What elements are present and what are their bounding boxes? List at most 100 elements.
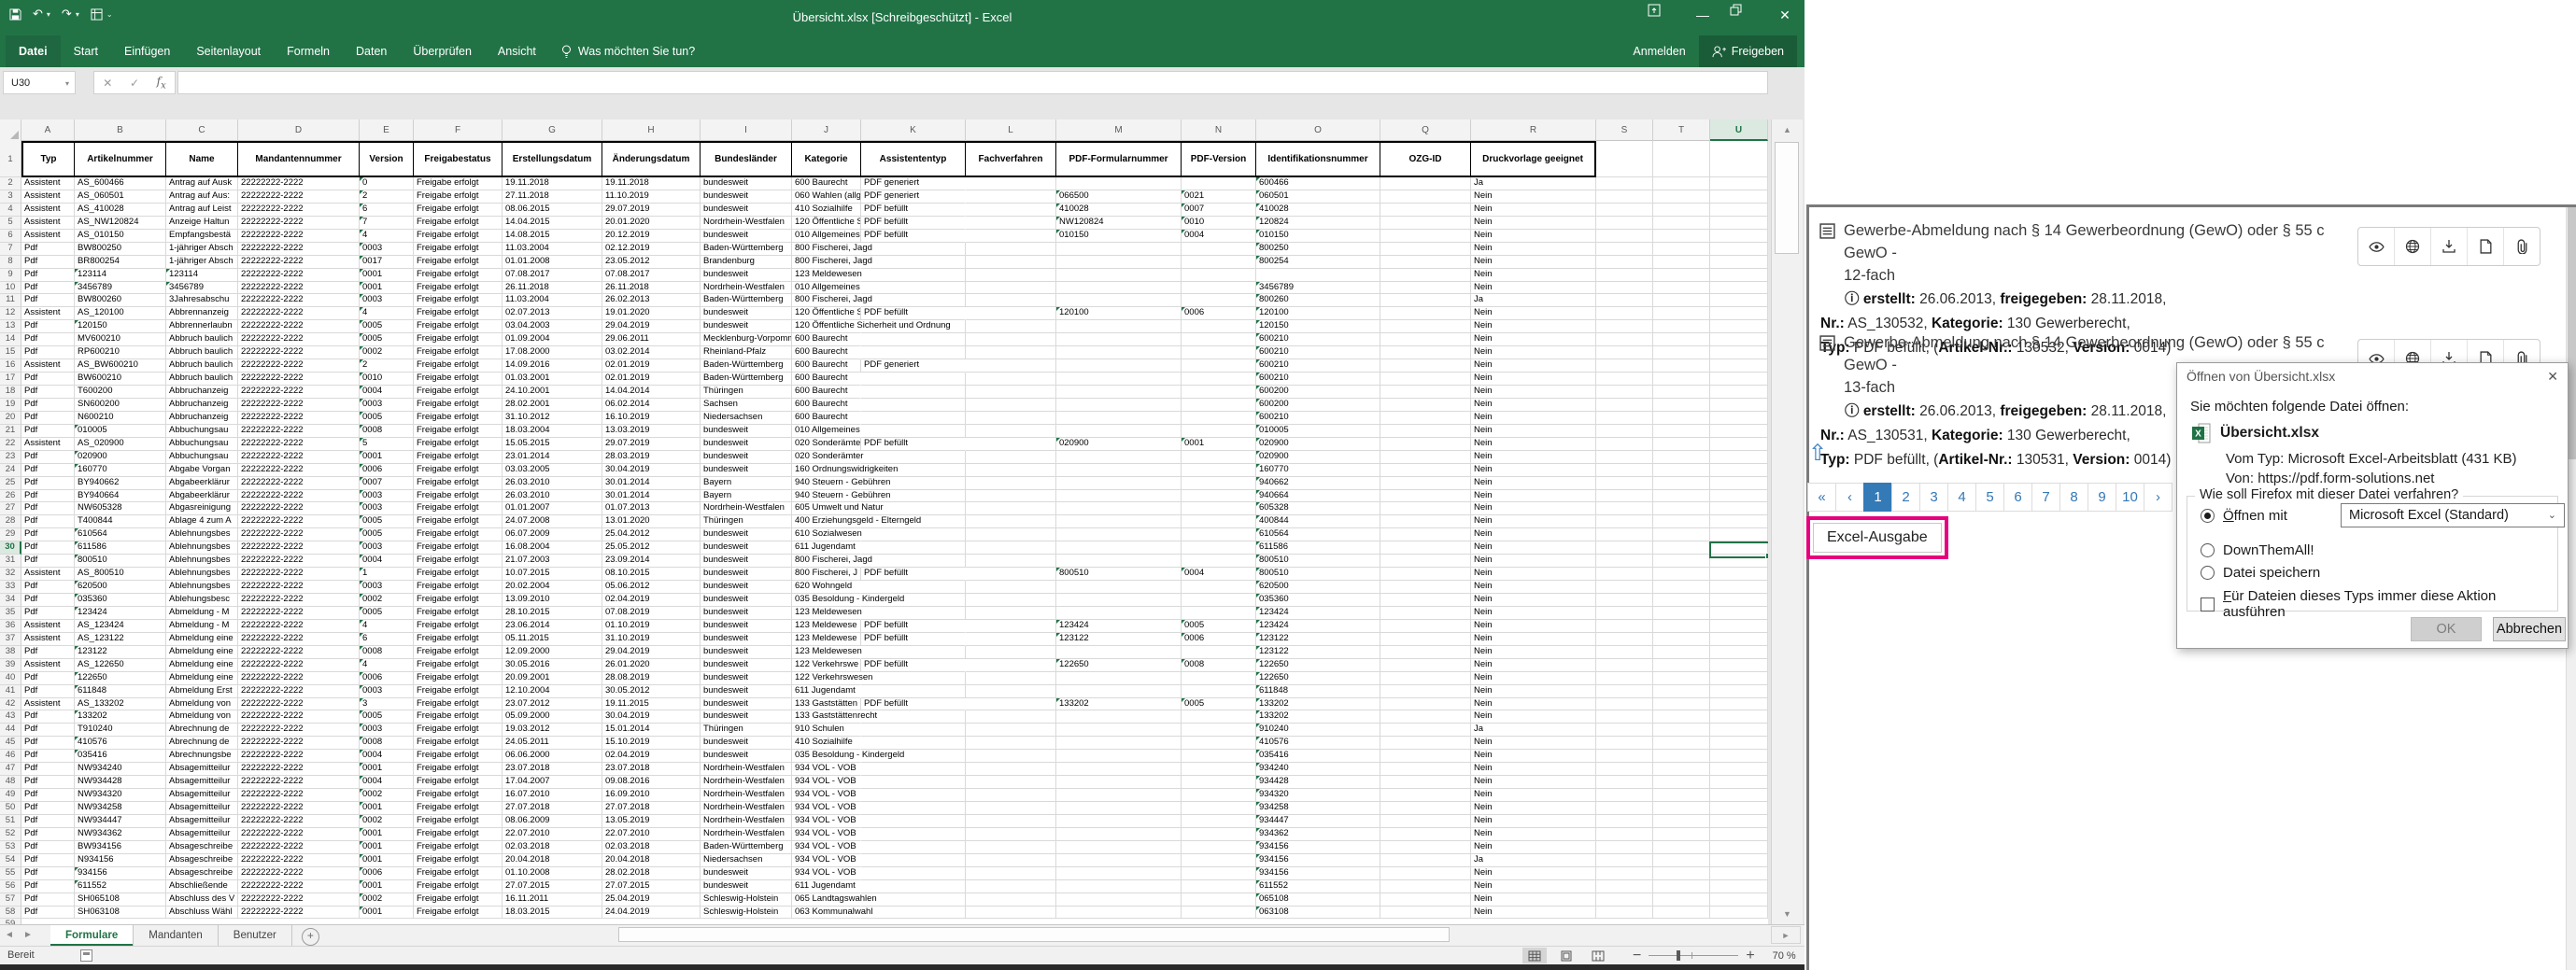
cell[interactable]: 15.01.2014: [602, 724, 701, 737]
cell[interactable]: 010005: [1256, 425, 1380, 438]
cell[interactable]: Pdf: [21, 750, 75, 763]
cell[interactable]: bundesweit: [701, 710, 792, 724]
cell[interactable]: [1380, 346, 1471, 359]
namebox-dropdown-icon[interactable]: ▾: [65, 72, 69, 95]
cell[interactable]: PDF befüllt: [861, 307, 966, 320]
cell[interactable]: [1182, 294, 1256, 307]
cell[interactable]: [1056, 672, 1182, 685]
cell[interactable]: Freigabe erfolgt: [414, 802, 502, 815]
cell[interactable]: [861, 386, 966, 399]
cell[interactable]: [1653, 737, 1710, 750]
cell[interactable]: Pdf: [21, 893, 75, 907]
cell[interactable]: [1596, 490, 1653, 503]
cell[interactable]: PDF befüllt: [861, 217, 966, 230]
cell[interactable]: [966, 568, 1056, 581]
cell[interactable]: Baden-Württemberg: [701, 294, 792, 307]
cell[interactable]: 02.03.2018: [602, 841, 701, 854]
cell[interactable]: [1653, 243, 1710, 256]
cell[interactable]: [1056, 907, 1182, 920]
cell[interactable]: Abmeldung - M: [166, 620, 238, 633]
cell[interactable]: [1380, 177, 1471, 190]
cell[interactable]: Pdf: [21, 815, 75, 828]
cell[interactable]: Freigabe erfolgt: [414, 204, 502, 217]
cell[interactable]: [1182, 776, 1256, 789]
cell[interactable]: [966, 750, 1056, 763]
cell[interactable]: [1710, 867, 1768, 880]
cell[interactable]: 020900: [1256, 438, 1380, 451]
row-header[interactable]: 34: [0, 594, 21, 607]
cell[interactable]: [1653, 672, 1710, 685]
cell[interactable]: [966, 190, 1056, 204]
cell[interactable]: [861, 412, 966, 425]
cell[interactable]: Nein: [1471, 815, 1596, 828]
cell[interactable]: 0003: [360, 724, 414, 737]
cell[interactable]: [1182, 502, 1256, 515]
cell[interactable]: 0008: [360, 646, 414, 659]
cell[interactable]: Freigabe erfolgt: [414, 893, 502, 907]
cell[interactable]: [966, 867, 1056, 880]
cell[interactable]: [1380, 776, 1471, 789]
cell[interactable]: [1653, 594, 1710, 607]
cell[interactable]: [1380, 490, 1471, 503]
cell[interactable]: 22222222-2222: [238, 204, 360, 217]
cell[interactable]: [966, 230, 1056, 243]
cell[interactable]: [1380, 464, 1471, 477]
cell[interactable]: [1056, 776, 1182, 789]
cell[interactable]: [1596, 399, 1653, 412]
cell[interactable]: bundesweit: [701, 555, 792, 568]
cell[interactable]: 123 Meldewese: [792, 620, 861, 633]
cell[interactable]: Nein: [1471, 230, 1596, 243]
cell[interactable]: 065 Landtagswahlen: [792, 893, 861, 907]
cell[interactable]: [1653, 177, 1710, 190]
restore-icon[interactable]: [1730, 4, 1758, 26]
selected-cell-u30[interactable]: [1709, 541, 1768, 558]
cell[interactable]: [1596, 880, 1653, 893]
cell[interactable]: [966, 464, 1056, 477]
cell[interactable]: Nein: [1471, 893, 1596, 907]
cell[interactable]: Ja: [1471, 294, 1596, 307]
cell[interactable]: [966, 541, 1056, 555]
cell[interactable]: Abmeldung - M: [166, 607, 238, 620]
cell[interactable]: bundesweit: [701, 425, 792, 438]
cell[interactable]: [1710, 710, 1768, 724]
cell[interactable]: [1596, 867, 1653, 880]
cell[interactable]: 03.02.2014: [602, 346, 701, 359]
cell[interactable]: 01.07.2013: [602, 502, 701, 515]
cell[interactable]: 0005: [360, 710, 414, 724]
cell[interactable]: [1596, 373, 1653, 386]
cell[interactable]: 940 Steuern - Gebühren: [792, 477, 861, 490]
cell[interactable]: 0003: [360, 685, 414, 698]
cell[interactable]: [1710, 502, 1768, 515]
cell[interactable]: 25.04.2019: [602, 893, 701, 907]
cell[interactable]: Freigabe erfolgt: [414, 646, 502, 659]
cell[interactable]: [1182, 320, 1256, 333]
cell[interactable]: Nein: [1471, 320, 1596, 333]
cell[interactable]: [861, 867, 966, 880]
cell[interactable]: [1182, 789, 1256, 802]
cell[interactable]: 01.10.2008: [502, 867, 602, 880]
cell[interactable]: RP600210: [75, 346, 166, 359]
cell[interactable]: 0001: [1182, 438, 1256, 451]
cell[interactable]: 09.08.2016: [602, 776, 701, 789]
cell[interactable]: Absagemitteilur: [166, 815, 238, 828]
cell[interactable]: Freigabe erfolgt: [414, 477, 502, 490]
cell[interactable]: [1596, 907, 1653, 920]
cell[interactable]: [1710, 515, 1768, 528]
cell[interactable]: 611 Jugendamt: [792, 541, 861, 555]
cell[interactable]: [861, 880, 966, 893]
cell[interactable]: 410576: [75, 737, 166, 750]
entry-title[interactable]: Gewerbe-Abmeldung nach § 14 Gewerbeordnu…: [1844, 219, 2357, 287]
cell[interactable]: 22222222-2222: [238, 710, 360, 724]
cell[interactable]: 27.07.2018: [602, 802, 701, 815]
cell[interactable]: [1653, 425, 1710, 438]
cell[interactable]: Freigabe erfolgt: [414, 528, 502, 541]
table-header-cell[interactable]: PDF-Formularnummer: [1056, 141, 1182, 177]
cell[interactable]: 410028: [1056, 204, 1182, 217]
cell[interactable]: [1653, 828, 1710, 841]
cell[interactable]: [861, 269, 966, 282]
cell[interactable]: [1710, 659, 1768, 672]
cell[interactable]: [966, 399, 1056, 412]
table-header-cell[interactable]: Kategorie: [792, 141, 861, 177]
cell[interactable]: 26.01.2020: [602, 659, 701, 672]
cell[interactable]: Abbruch baulich: [166, 359, 238, 373]
